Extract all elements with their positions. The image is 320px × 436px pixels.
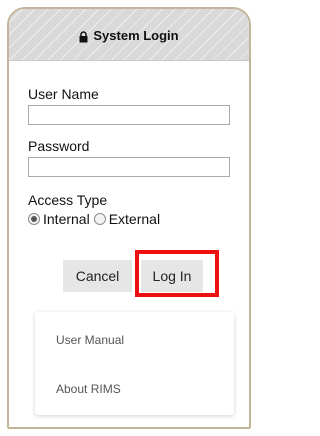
links-card: User Manual About RIMS	[35, 312, 234, 415]
access-type-group: Internal External	[28, 211, 164, 227]
cancel-button[interactable]: Cancel	[63, 260, 132, 292]
username-label: User Name	[28, 86, 99, 102]
radio-external[interactable]	[93, 213, 106, 225]
lock-icon	[79, 30, 88, 42]
radio-internal[interactable]	[28, 213, 40, 225]
panel-header: System Login	[9, 9, 249, 61]
about-rims-link[interactable]: About RIMS	[56, 382, 121, 396]
radio-internal-label[interactable]: Internal	[43, 211, 90, 227]
login-button[interactable]: Log In	[141, 260, 203, 292]
username-field[interactable]	[28, 105, 230, 125]
access-type-label: Access Type	[28, 192, 108, 208]
user-manual-link[interactable]: User Manual	[56, 333, 124, 347]
header-title-wrap: System Login	[79, 28, 179, 43]
page-title: System Login	[93, 28, 179, 43]
password-field[interactable]	[28, 157, 230, 177]
radio-external-label[interactable]: External	[109, 211, 160, 227]
password-label: Password	[28, 138, 90, 154]
